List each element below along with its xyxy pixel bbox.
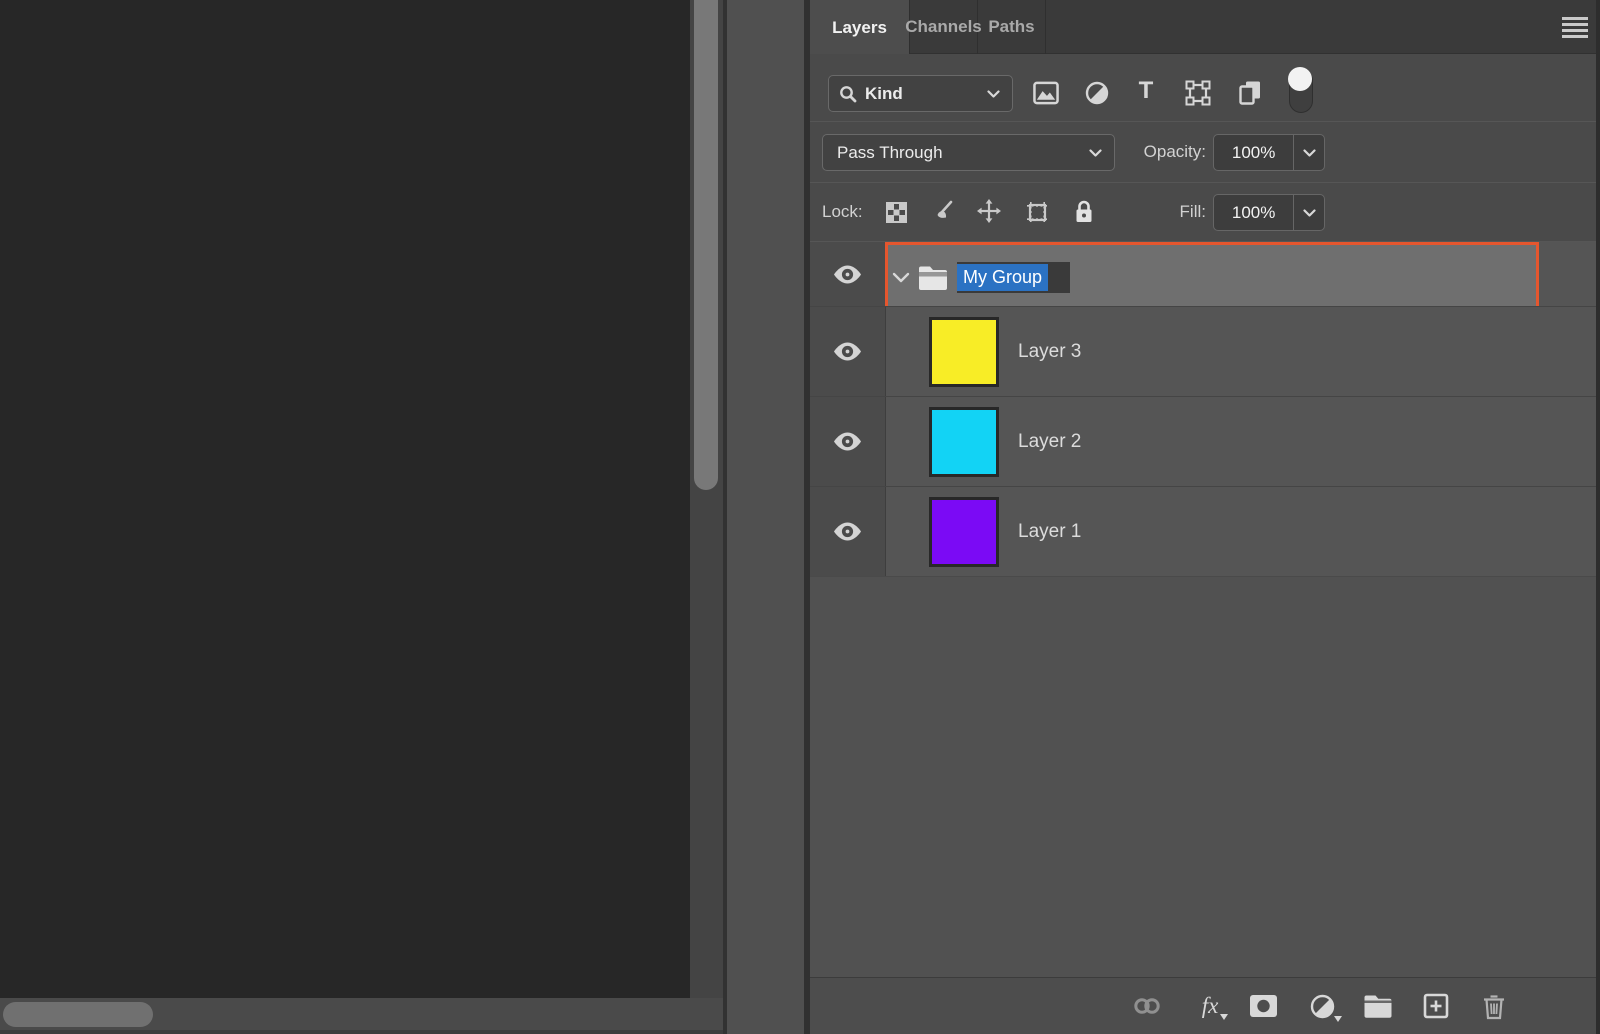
layer-row[interactable]: Layer 3 <box>810 306 1596 396</box>
panel-tab-bar: Layers Channels Paths <box>810 0 1596 55</box>
document-canvas[interactable] <box>0 0 690 998</box>
opacity-value[interactable]: 100% <box>1214 143 1293 163</box>
type-layer-filter-icon[interactable]: T <box>1133 77 1159 104</box>
lock-transparency-icon[interactable] <box>884 200 908 224</box>
layer-name[interactable]: Layer 3 <box>1018 341 1081 363</box>
layers-list: My Group Layer 3 Layer 2 Layer 1 <box>810 242 1596 576</box>
eye-icon <box>834 265 861 283</box>
layer-style-icon[interactable]: fx <box>1195 991 1228 1021</box>
dock-gutter <box>727 0 804 1034</box>
visibility-toggle[interactable] <box>810 242 886 306</box>
layers-panel: Layers Channels Paths Kind T Pass Throug… <box>810 0 1600 1034</box>
opacity-field[interactable]: 100% <box>1213 134 1325 171</box>
smart-object-filter-icon[interactable] <box>1237 80 1263 106</box>
adjustment-layer-filter-icon[interactable] <box>1084 80 1110 106</box>
add-mask-icon[interactable] <box>1248 991 1278 1021</box>
layer-row[interactable]: Layer 1 <box>810 486 1596 576</box>
tab-paths[interactable]: Paths <box>978 0 1046 54</box>
window-bottom-edge <box>0 1030 723 1034</box>
layer-thumbnail[interactable] <box>929 316 999 387</box>
fill-dropdown-button[interactable] <box>1293 195 1324 230</box>
layers-empty-area[interactable] <box>810 577 1596 977</box>
horizontal-scrollbar-thumb[interactable] <box>3 1002 153 1027</box>
panel-right-edge <box>1596 0 1600 1034</box>
expand-chevron-icon[interactable] <box>892 272 910 283</box>
lock-artboard-icon[interactable] <box>1025 200 1049 224</box>
eye-icon <box>834 432 861 451</box>
new-group-icon[interactable] <box>1363 991 1393 1021</box>
opacity-dropdown-button[interactable] <box>1293 135 1324 170</box>
blend-mode-value: Pass Through <box>837 142 943 162</box>
fill-value[interactable]: 100% <box>1214 203 1293 223</box>
horizontal-scrollbar[interactable] <box>0 998 723 1030</box>
adjustment-dropdown-triangle <box>1334 1016 1342 1022</box>
search-icon <box>839 85 857 103</box>
eye-icon <box>834 342 861 361</box>
group-row-content[interactable]: My Group <box>885 242 1539 312</box>
layer-thumbnail[interactable] <box>929 496 999 567</box>
lock-position-icon[interactable] <box>977 199 1001 223</box>
layer-thumbnail[interactable] <box>929 406 999 477</box>
delete-layer-icon[interactable] <box>1479 991 1509 1021</box>
group-folder-icon <box>917 265 949 290</box>
vertical-scrollbar-thumb[interactable] <box>694 0 718 490</box>
fill-field[interactable]: 100% <box>1213 194 1325 231</box>
layer-name[interactable]: Layer 1 <box>1018 521 1081 543</box>
lock-label: Lock: <box>822 202 863 221</box>
layer-name-selected-text: My Group <box>957 263 1049 291</box>
new-layer-icon[interactable] <box>1421 991 1451 1021</box>
filter-toggle-switch[interactable] <box>1288 67 1313 113</box>
layer-name[interactable]: Layer 2 <box>1018 431 1081 453</box>
link-layers-icon[interactable] <box>1132 991 1162 1021</box>
kind-filter-dropdown[interactable]: Kind <box>828 75 1013 112</box>
chevron-down-icon <box>987 89 1000 98</box>
lock-all-icon[interactable] <box>1072 199 1096 223</box>
panel-menu-icon[interactable] <box>1562 14 1588 40</box>
shape-layer-filter-icon[interactable] <box>1185 80 1211 106</box>
layer-row-group[interactable]: My Group <box>810 242 1596 312</box>
lock-row: Lock: Fill: 100% <box>810 183 1596 242</box>
tab-channels[interactable]: Channels <box>905 0 982 54</box>
lock-pixels-icon[interactable] <box>930 199 954 223</box>
fill-label: Fill: <box>1179 202 1206 221</box>
layer-name-input[interactable]: My Group <box>957 261 1071 293</box>
vertical-scrollbar[interactable] <box>690 0 723 1034</box>
layer-row[interactable]: Layer 2 <box>810 396 1596 486</box>
fx-dropdown-triangle <box>1220 1014 1228 1020</box>
pixel-layer-filter-icon[interactable] <box>1033 80 1059 106</box>
chevron-down-icon <box>1089 148 1102 157</box>
opacity-label: Opacity: <box>1143 142 1206 161</box>
eye-icon <box>834 522 861 541</box>
visibility-toggle[interactable] <box>810 397 886 486</box>
blend-row: Pass Through Opacity: 100% <box>810 122 1596 183</box>
adjustment-layer-icon[interactable] <box>1307 991 1342 1022</box>
blend-mode-dropdown[interactable]: Pass Through <box>822 134 1115 171</box>
visibility-toggle[interactable] <box>810 307 886 396</box>
filter-row: Kind T <box>810 54 1596 122</box>
panel-bottom-bar: fx <box>810 977 1596 1034</box>
tab-layers[interactable]: Layers <box>810 0 910 55</box>
visibility-toggle[interactable] <box>810 487 886 576</box>
kind-filter-label: Kind <box>865 83 903 103</box>
